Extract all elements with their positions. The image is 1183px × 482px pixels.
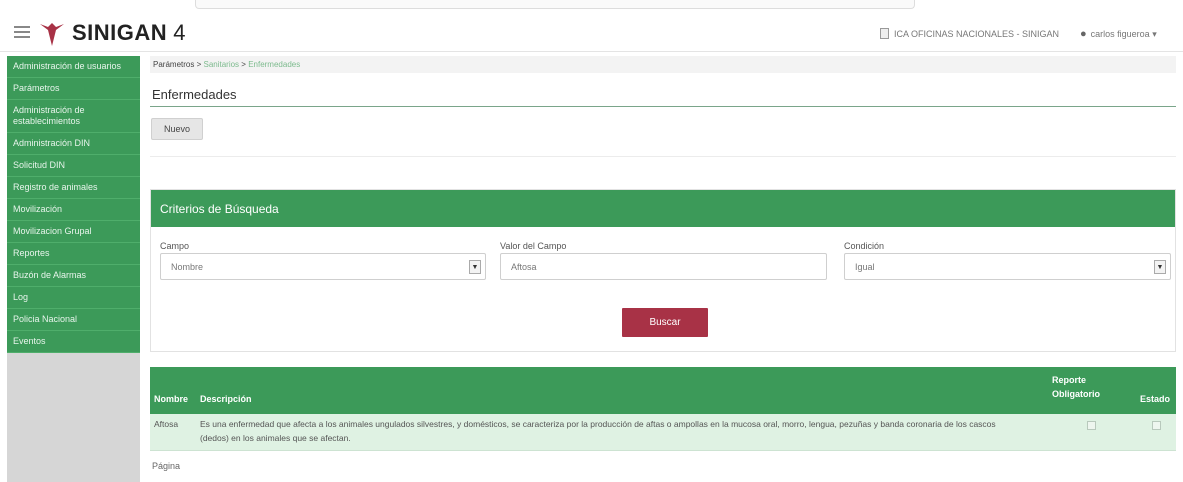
breadcrumb: Parámetros > Sanitarios > Enfermedades (150, 56, 1176, 73)
campo-label: Campo (160, 241, 190, 251)
breadcrumb-root[interactable]: Parámetros (153, 60, 194, 69)
sidebar-item-parametros[interactable]: Parámetros (7, 78, 140, 100)
sidebar-item-movilizacion[interactable]: Movilización (7, 199, 140, 221)
col-obligatorio[interactable]: Obligatorio (1052, 389, 1100, 399)
campo-select[interactable]: Nombre ▼ (160, 253, 486, 280)
logo-icon (40, 23, 64, 46)
sidebar-item-log[interactable]: Log (7, 287, 140, 309)
sidebar-item-solicitud-din[interactable]: Solicitud DIN (7, 155, 140, 177)
sidebar: Administración de usuarios Parámetros Ad… (7, 56, 140, 482)
app-header: SINIGAN 4 ICA OFICINAS NACIONALES - SINIG… (0, 14, 1183, 52)
estado-checkbox[interactable] (1152, 421, 1161, 430)
col-descripcion[interactable]: Descripción (200, 394, 252, 404)
search-criteria-panel: Criterios de Búsqueda Campo Nombre ▼ Val… (150, 189, 1176, 352)
valor-label: Valor del Campo (500, 241, 567, 251)
title-divider (150, 106, 1176, 107)
sidebar-item-movilizacion-grupal[interactable]: Movilizacion Grupal (7, 221, 140, 243)
table-header: Nombre Descripción Reporte Obligatorio E… (150, 367, 1176, 414)
breadcrumb-sep-2: > (239, 60, 249, 69)
col-nombre[interactable]: Nombre (154, 394, 188, 404)
sidebar-item-registro-animales[interactable]: Registro de animales (7, 177, 140, 199)
sidebar-item-eventos[interactable]: Eventos (7, 331, 140, 353)
brand-logo: SINIGAN 4 (72, 20, 186, 46)
cell-descripcion-line2: (dedos) en los animales que se afectan. (200, 433, 351, 443)
pager: Página (152, 461, 181, 471)
page-title: Enfermedades (152, 87, 237, 102)
office-label: ICA OFICINAS NACIONALES - SINIGAN (894, 28, 1060, 39)
chevron-down-icon: ▼ (469, 260, 481, 274)
section-divider (150, 156, 1176, 157)
cell-descripcion-line1: Es una enfermedad que afecta a los anima… (200, 419, 996, 429)
results-table: Nombre Descripción Reporte Obligatorio E… (150, 367, 1176, 471)
panel-title: Criterios de Búsqueda (151, 190, 1175, 227)
address-bar (195, 0, 915, 9)
condicion-select[interactable]: Igual ▼ (844, 253, 1171, 280)
valor-input[interactable]: Aftosa (500, 253, 827, 280)
menu-icon[interactable] (14, 26, 30, 38)
brand-name: SINIGAN (72, 20, 168, 45)
col-estado[interactable]: Estado (1140, 394, 1170, 404)
search-button[interactable]: Buscar (622, 308, 708, 337)
brand-version: 4 (173, 20, 186, 45)
table-row[interactable]: Aftosa Es una enfermedad que afecta a lo… (150, 414, 1176, 451)
sidebar-item-policia-nacional[interactable]: Policia Nacional (7, 309, 140, 331)
chevron-down-icon: ▼ (1154, 260, 1166, 274)
sidebar-item-usuarios[interactable]: Administración de usuarios (7, 56, 140, 78)
breadcrumb-level1[interactable]: Sanitarios (203, 60, 239, 69)
building-icon (880, 28, 889, 39)
condicion-value: Igual (855, 262, 875, 272)
reporte-checkbox[interactable] (1087, 421, 1096, 430)
sidebar-item-admin-din[interactable]: Administración DIN (7, 133, 140, 155)
browser-top-strip (0, 0, 1183, 12)
user-label: carlos figueroa ▾ (1090, 28, 1157, 39)
user-menu[interactable]: ● carlos figueroa ▾ (1080, 28, 1157, 40)
sidebar-item-establecimientos[interactable]: Administración de establecimientos (7, 100, 140, 133)
valor-value: Aftosa (511, 262, 537, 272)
sidebar-item-reportes[interactable]: Reportes (7, 243, 140, 265)
new-button[interactable]: Nuevo (151, 118, 203, 140)
condicion-label: Condición (844, 241, 885, 251)
breadcrumb-level2: Enfermedades (248, 60, 301, 69)
sidebar-item-buzon-alarmas[interactable]: Buzón de Alarmas (7, 265, 140, 287)
office-selector[interactable]: ICA OFICINAS NACIONALES - SINIGAN (880, 28, 1059, 39)
col-reporte[interactable]: Reporte (1052, 375, 1086, 385)
cell-nombre: Aftosa (154, 419, 179, 429)
campo-value: Nombre (171, 262, 204, 272)
user-icon: ● (1080, 28, 1087, 40)
